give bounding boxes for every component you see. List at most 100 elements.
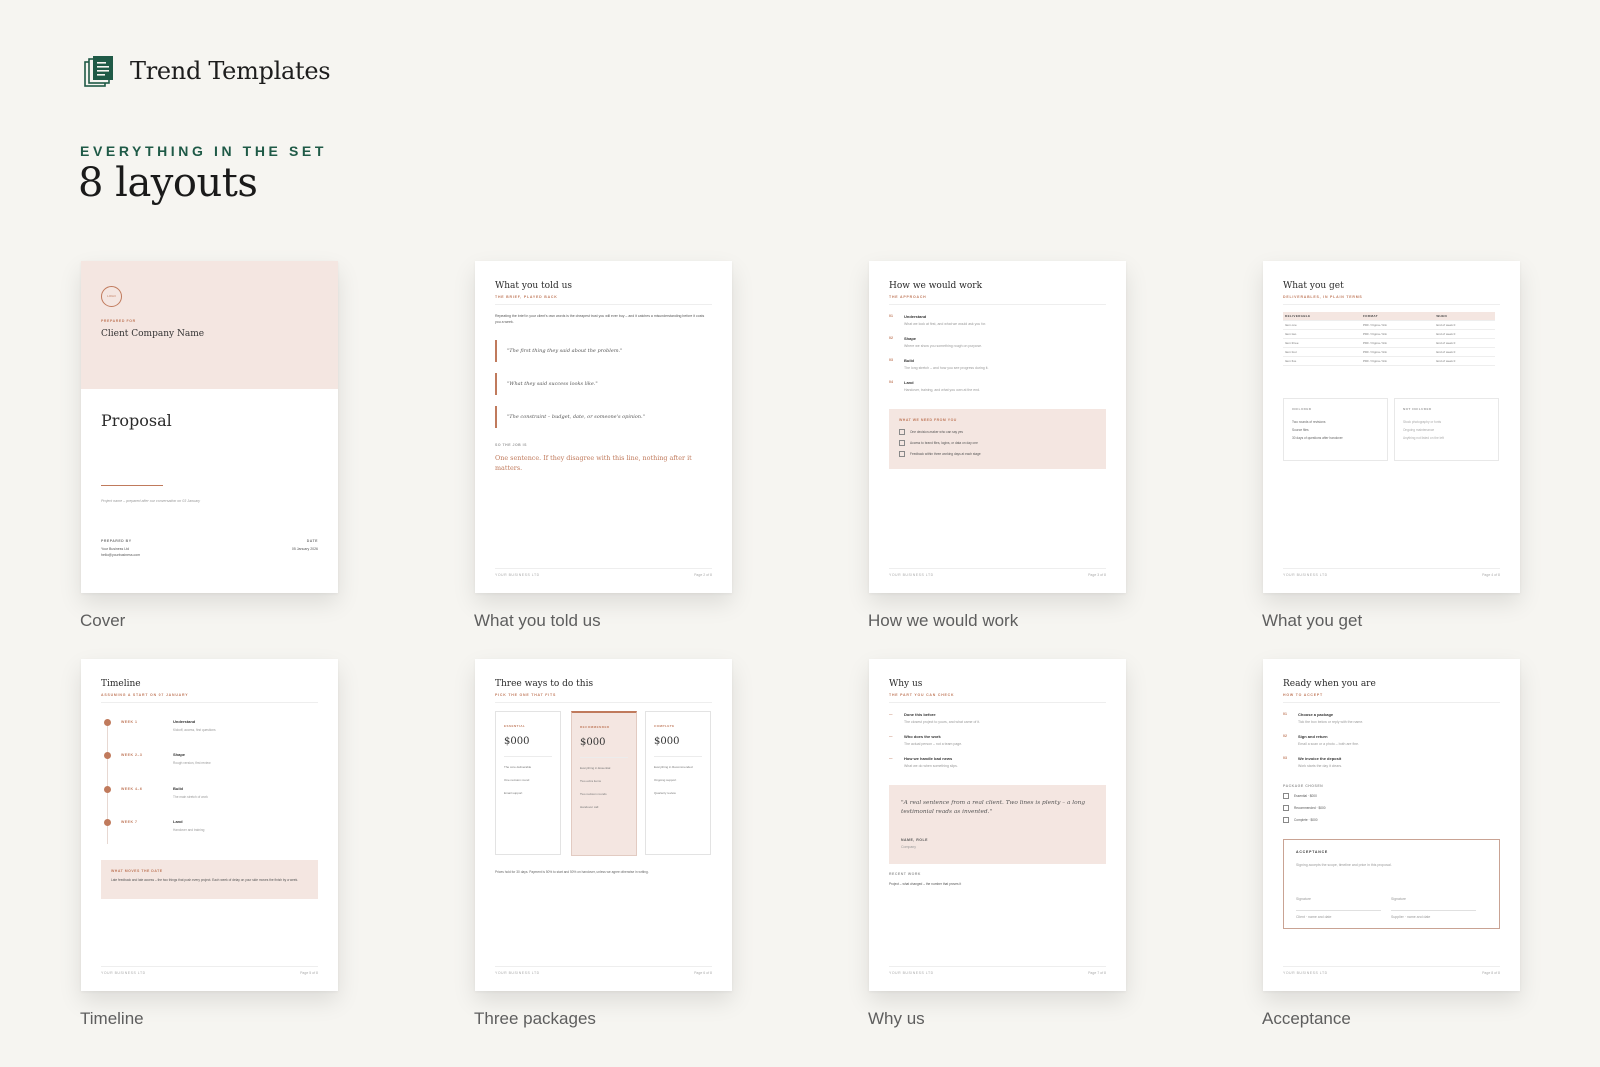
footer-business: YOUR BUSINESS LTD (889, 971, 934, 975)
layout-caption-why-us: Why us (868, 1009, 925, 1028)
business-email: hello@yourbusiness.com (101, 553, 141, 557)
signature-left: Signature (1296, 897, 1311, 901)
footer-business: YOUR BUSINESS LTD (889, 573, 934, 577)
timeline-desc: The main stretch of work (173, 795, 208, 799)
package-name: RECOMMENDED (580, 725, 610, 729)
footer-divider (1283, 966, 1500, 967)
step-number: 03 (889, 358, 893, 362)
page-title: Three ways to do this (495, 679, 594, 689)
footer-divider (101, 966, 318, 967)
footer-page-number: Page 8 of 8 (1482, 971, 1500, 975)
layout-card-cover[interactable]: LOGO PREPARED FOR Client Company Name Pr… (81, 261, 338, 593)
included-item: Source files (1292, 428, 1309, 432)
stacked-document-icon (84, 56, 113, 87)
layout-card-why-us[interactable]: Why us THE PART YOU CAN CHECK — Done thi… (869, 659, 1126, 991)
needs-label: WHAT WE NEED FROM YOU (899, 418, 957, 422)
package-feature: Everything in Essential (580, 766, 611, 770)
prepared-for-label: PREPARED FOR (101, 319, 136, 323)
layout-card-how-we-would-work[interactable]: How we would work THE APPROACH 01 Unders… (869, 261, 1126, 593)
deliverables-table: DELIVERABLE FORMAT WHEN Item one PDF / Fi… (1283, 312, 1495, 366)
testimonial-box: "A real sentence from a real client. Two… (889, 785, 1106, 864)
testimonial-quote: "A real sentence from a real client. Two… (901, 800, 1086, 815)
point-name: Done this before (904, 712, 936, 717)
package-choice: Recommended · $000 (1283, 805, 1326, 811)
page-subtitle: HOW TO ACCEPT (1283, 693, 1323, 697)
recent-work-label: RECENT WORK (889, 872, 921, 876)
package-choice: Essential · $000 (1283, 793, 1317, 799)
layout-card-acceptance[interactable]: Ready when you are HOW TO ACCEPT 01 Choo… (1263, 659, 1520, 991)
footer-divider (889, 568, 1106, 569)
footer-business: YOUR BUSINESS LTD (495, 573, 540, 577)
moves-text: Late feedback and late access – the two … (111, 878, 299, 882)
layout-card-what-you-get[interactable]: What you get DELIVERABLES, IN PLAIN TERM… (1263, 261, 1520, 593)
divider (1283, 702, 1500, 703)
timeline-week: WEEK 7 (121, 820, 138, 824)
divider (889, 304, 1106, 305)
package-choice: Complete · $000 (1283, 817, 1318, 823)
included-panel: INCLUDED Two rounds of revisions Source … (1283, 398, 1388, 461)
acceptance-box: ACCEPTANCE Signing accepts the scope, ti… (1283, 839, 1500, 929)
package-feature: The core deliverable (504, 765, 532, 769)
page-title: Timeline (101, 679, 141, 689)
signature-line (1296, 910, 1381, 911)
package-feature: Two revision rounds (580, 792, 607, 796)
business-name: Your Business Ltd (101, 547, 130, 551)
checkbox-icon (899, 451, 905, 457)
timeline-name: Build (173, 786, 183, 791)
job-statement: One sentence. If they disagree with this… (495, 454, 692, 472)
not-included-item: Ongoing maintenance (1403, 428, 1435, 432)
intro-text: Repeating the brief in your client's own… (495, 314, 705, 324)
page-subtitle: THE PART YOU CAN CHECK (889, 693, 955, 697)
bullet: — (889, 712, 893, 716)
not-included-label: NOT INCLUDED (1403, 407, 1432, 411)
step-number: 02 (1283, 734, 1287, 738)
quote-1: "The first thing they said about the pro… (495, 340, 707, 362)
package-feature: Quarterly review (654, 791, 676, 795)
not-included-item: Anything not listed on the left (1403, 436, 1444, 440)
included-item: Two rounds of revisions (1292, 420, 1326, 424)
divider (654, 756, 702, 757)
point-desc: The closest project to yours, and what c… (904, 720, 981, 724)
timeline-desc: Handover and training (173, 828, 205, 832)
recent-work-text: Project – what changed – the number that… (889, 882, 962, 886)
signature-line (1391, 910, 1476, 911)
timeline-week: WEEK 1 (121, 720, 138, 724)
table-header-row: DELIVERABLE FORMAT WHEN (1283, 312, 1495, 321)
quote-3: "The constraint – budget, date, or someo… (495, 406, 707, 428)
package-feature: Everything in Recommended (654, 765, 693, 769)
footer-page-number: Page 7 of 8 (1088, 971, 1106, 975)
divider (101, 702, 318, 703)
layout-caption-what-you-get: What you get (1262, 611, 1363, 630)
included-item: 30 days of questions after handover (1292, 436, 1343, 440)
acceptance-label: ACCEPTANCE (1296, 850, 1329, 854)
timeline-week: WEEK 2–3 (121, 753, 143, 757)
step-desc: Work starts the day it clears. (1298, 764, 1343, 768)
package-essential: ESSENTIAL $000 The core deliverable One … (495, 711, 561, 855)
timeline-dot (104, 752, 111, 759)
date-label: DATE (306, 539, 318, 543)
pricing-note: Prices hold for 30 days. Payment is 50% … (495, 870, 649, 874)
supplier-name-date: Supplier · name and date (1391, 915, 1431, 919)
divider (495, 304, 712, 305)
timeline-dot (104, 819, 111, 826)
point-desc: The actual person – not a team page. (904, 742, 963, 746)
table-row: Item two PDF / Figma / link End of week 0 (1283, 329, 1495, 339)
package-feature: Handover call (580, 805, 599, 809)
proposal-title: Proposal (101, 411, 172, 430)
point-desc: What we do when something slips. (904, 764, 958, 768)
table-row: Item one PDF / Figma / link End of week 0 (1283, 320, 1495, 330)
package-price: $000 (654, 736, 680, 747)
not-included-panel: NOT INCLUDED Stock photography or fonts … (1394, 398, 1499, 461)
client-name-date: Client · name and date (1296, 915, 1332, 919)
layout-card-three-packages[interactable]: Three ways to do this PICK THE ONE THAT … (475, 659, 732, 991)
package-name: COMPLETE (654, 724, 675, 728)
footer-page-number: Page 2 of 8 (694, 573, 712, 577)
layout-card-timeline[interactable]: Timeline ASSUMING A START ON 07 JANUARY … (81, 659, 338, 991)
need-item: Feedback within three working days at ea… (899, 451, 981, 457)
layout-card-what-you-told-us[interactable]: What you told us THE BRIEF, PLAYED BACK … (475, 261, 732, 593)
step-desc: The long stretch – and how you see progr… (904, 366, 989, 370)
brand: Trend Templates (84, 55, 331, 87)
project-line: Project name – prepared after our conver… (101, 499, 201, 503)
step-name: Sign and return (1298, 734, 1328, 739)
cover-accent-rule (101, 485, 163, 486)
